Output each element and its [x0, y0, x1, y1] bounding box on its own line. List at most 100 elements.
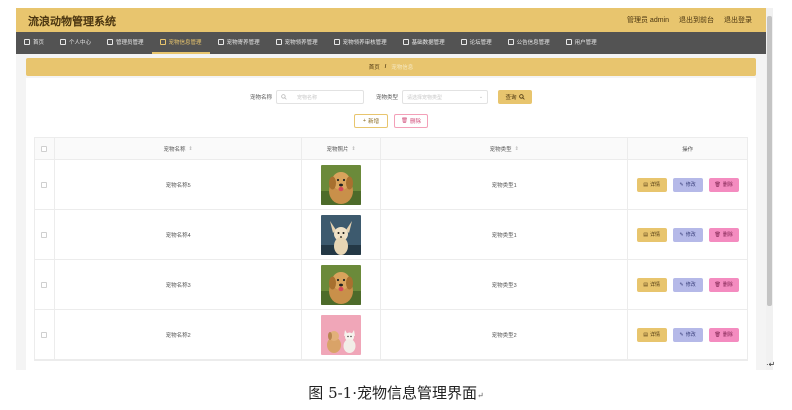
- trash-icon: 🗑: [714, 181, 721, 188]
- users-icon: [565, 39, 572, 45]
- header-name[interactable]: 宠物名称 ⇕: [55, 138, 303, 159]
- bulk-actions: + 新增 🗑 删除: [26, 114, 756, 128]
- edit-label: 修改: [685, 232, 696, 238]
- breadcrumb: 首页 / 宠物信息: [26, 58, 756, 76]
- table-row: 宠物名称5 宠物类型1 ▤ 详情 ✎ 修改 🗑 删除: [35, 160, 747, 210]
- nav-item-pet-info[interactable]: 宠物信息管理: [151, 32, 210, 54]
- ops-cell: ▤ 详情 ✎ 修改 🗑 删除: [628, 310, 747, 359]
- detail-icon: ▤: [643, 331, 649, 338]
- pet-type-cell: 宠物类型1: [381, 160, 629, 209]
- pet-type-cell: 宠物类型3: [381, 260, 629, 309]
- nav-item-home[interactable]: 首页: [16, 32, 52, 54]
- edit-button[interactable]: ✎ 修改: [672, 327, 703, 342]
- breadcrumb-separator: /: [384, 64, 387, 70]
- pet-name-input[interactable]: 宠物名称: [276, 90, 364, 104]
- pet-photo[interactable]: [321, 264, 362, 305]
- remove-button[interactable]: 🗑 删除: [708, 227, 739, 242]
- top-header: 流浪动物管理系统 管理员 admin 退出到前台 退出登录: [16, 8, 766, 32]
- detail-button[interactable]: ▤ 详情: [636, 177, 667, 192]
- pet-name-cell: 宠物名称2: [55, 310, 303, 359]
- search-icon: [518, 94, 525, 100]
- row-checkbox[interactable]: [41, 231, 48, 238]
- header-name-label: 宠物名称: [163, 146, 186, 153]
- app-title: 流浪动物管理系统: [28, 16, 116, 28]
- nav-item-label: 宠物领养审核管理: [342, 40, 387, 46]
- edit-label: 修改: [685, 282, 696, 288]
- back-to-front-link[interactable]: 退出到前台: [679, 15, 714, 25]
- add-button[interactable]: + 新增: [354, 114, 388, 128]
- paragraph-mark: ·↵: [766, 360, 776, 369]
- nav-item-label: 宠物领养管理: [284, 40, 318, 46]
- row-checkbox[interactable]: [41, 281, 48, 288]
- search-icon: [281, 94, 287, 100]
- trash-icon: 🗑: [714, 331, 721, 338]
- sort-icon: ⇕: [351, 145, 356, 152]
- table-header: 宠物名称 ⇕ 宠物照片 ⇕ 宠物类型 ⇕ 操作: [35, 138, 747, 160]
- nav-item-users[interactable]: 用户管理: [558, 32, 605, 54]
- edit-button[interactable]: ✎ 修改: [672, 277, 703, 292]
- nav-item-label: 首页: [33, 40, 45, 46]
- row-checkbox-cell: [35, 210, 55, 259]
- row-checkbox[interactable]: [41, 181, 48, 188]
- nav-item-label: 管理员管理: [116, 40, 144, 46]
- nav-item-foster[interactable]: 宠物寄养管理: [210, 32, 268, 54]
- header-photo[interactable]: 宠物照片 ⇕: [302, 138, 382, 159]
- nav-item-adopt[interactable]: 宠物领养管理: [268, 32, 326, 54]
- trash-icon: 🗑: [714, 281, 721, 288]
- remove-button[interactable]: 🗑 删除: [708, 327, 739, 342]
- pet-photo-cell: [302, 310, 382, 359]
- table-row: 宠物名称3 宠物类型3 ▤ 详情 ✎ 修改 🗑 删除: [35, 260, 747, 310]
- nav-item-notice[interactable]: 公告信息管理: [500, 32, 558, 54]
- detail-button[interactable]: ▤ 详情: [636, 227, 667, 242]
- delete-button-label: 删除: [409, 119, 421, 125]
- header-type[interactable]: 宠物类型 ⇕: [381, 138, 629, 159]
- table-row: 宠物名称4 宠物类型1 ▤ 详情 ✎ 修改 🗑 删除: [35, 210, 747, 260]
- caption-text: 图 5-1·宠物信息管理界面: [308, 384, 477, 402]
- nav-item-user[interactable]: 个人中心: [52, 32, 99, 54]
- detail-button[interactable]: ▤ 详情: [636, 277, 667, 292]
- search-button[interactable]: 查询: [498, 90, 533, 104]
- edit-button[interactable]: ✎ 修改: [672, 227, 703, 242]
- nav-item-forum[interactable]: 论坛管理: [453, 32, 500, 54]
- detail-icon: ▤: [643, 181, 649, 188]
- caption-mark: ↵: [477, 391, 484, 400]
- home-icon: [24, 39, 30, 45]
- edit-label: 修改: [685, 332, 696, 338]
- table-body: 宠物名称5 宠物类型1 ▤ 详情 ✎ 修改 🗑 删除 宠物名称4 宠物类型1 ▤ 详情 ✎ 修改 🗑 删除 宠物…: [35, 160, 747, 360]
- pet-type-select[interactable]: 请选择宠物类型 ⌄: [402, 90, 489, 104]
- sort-icon: ⇕: [514, 145, 519, 152]
- header-ops: 操作: [628, 138, 747, 159]
- search-form: 宠物名称 宠物名称 宠物类型 请选择宠物类型 ⌄ 查询: [26, 90, 756, 104]
- edit-button[interactable]: ✎ 修改: [672, 177, 703, 192]
- pet-name-cell: 宠物名称4: [55, 210, 303, 259]
- breadcrumb-home[interactable]: 首页: [369, 63, 380, 71]
- scrollbar[interactable]: [766, 8, 773, 370]
- nav-item-label: 个人中心: [69, 40, 92, 46]
- pet-photo[interactable]: [321, 214, 362, 255]
- pet-photo[interactable]: [321, 164, 362, 205]
- select-all-checkbox[interactable]: [41, 145, 48, 152]
- pet-type-placeholder: 请选择宠物类型: [407, 94, 443, 101]
- add-button-label: 新增: [368, 119, 380, 125]
- row-checkbox[interactable]: [41, 331, 48, 338]
- nav-item-audit[interactable]: 宠物领养审核管理: [326, 32, 395, 54]
- delete-button[interactable]: 🗑 删除: [394, 114, 428, 128]
- nav-item-label: 公告信息管理: [516, 40, 550, 46]
- detail-label: 详情: [650, 232, 661, 238]
- notice-icon: [507, 39, 514, 45]
- remove-button[interactable]: 🗑 删除: [708, 177, 739, 192]
- remove-label: 删除: [722, 182, 733, 188]
- logout-link[interactable]: 退出登录: [724, 15, 752, 25]
- ops-cell: ▤ 详情 ✎ 修改 🗑 删除: [628, 210, 747, 259]
- pet-photo[interactable]: [321, 314, 362, 355]
- scrollbar-thumb[interactable]: [767, 16, 772, 306]
- nav-item-admin[interactable]: 管理员管理: [99, 32, 152, 54]
- remove-button[interactable]: 🗑 删除: [708, 277, 739, 292]
- edit-icon: ✎: [679, 231, 684, 238]
- pet-table: 宠物名称 ⇕ 宠物照片 ⇕ 宠物类型 ⇕ 操作 宠物名称5 宠物类型1 ▤ 详情 ✎ 修改 🗑 删除…: [34, 137, 748, 361]
- header-type-label: 宠物类型: [489, 146, 512, 153]
- nav-item-data[interactable]: 基础数据管理: [395, 32, 453, 54]
- edit-label: 修改: [685, 182, 696, 188]
- pet-name-cell: 宠物名称3: [55, 260, 303, 309]
- detail-button[interactable]: ▤ 详情: [636, 327, 667, 342]
